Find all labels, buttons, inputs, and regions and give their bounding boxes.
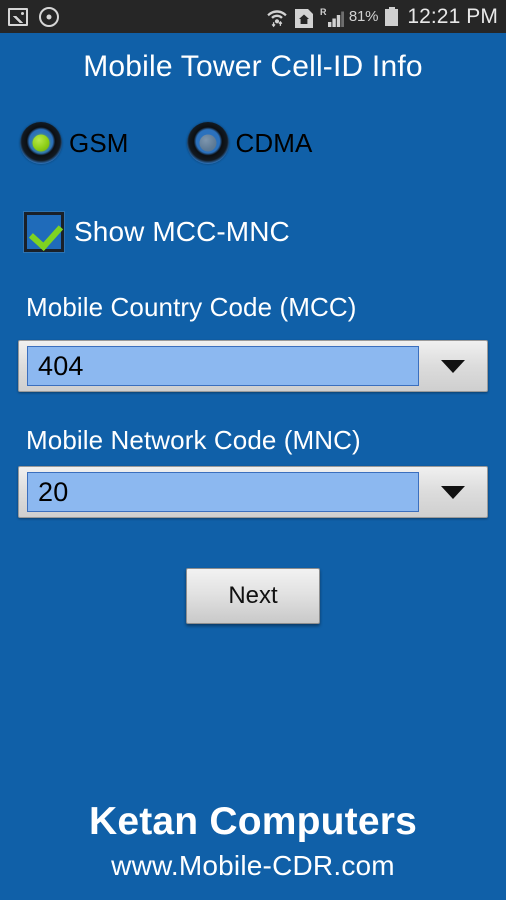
checkbox-checked-icon[interactable]	[24, 212, 64, 252]
mnc-dropdown-arrow[interactable]	[419, 485, 487, 499]
mcc-spinner[interactable]: 404	[18, 340, 488, 392]
radio-option-cdma[interactable]: CDMA	[186, 122, 313, 164]
mnc-value[interactable]: 20	[27, 472, 419, 512]
footer-brand: Ketan Computers	[88, 800, 418, 843]
radio-option-gsm[interactable]: GSM	[20, 122, 129, 164]
radio-unselected-icon[interactable]	[186, 122, 229, 164]
network-type-radio-group: GSM CDMA	[20, 122, 312, 164]
radio-label-gsm: GSM	[69, 127, 129, 158]
wifi-icon	[266, 6, 288, 28]
home-network-icon	[294, 7, 313, 28]
status-bar-left-icons	[8, 6, 59, 27]
mnc-spinner[interactable]: 20	[18, 466, 488, 518]
disc-record-icon	[39, 6, 59, 27]
radio-label-cdma: CDMA	[235, 127, 313, 158]
signal-roaming-icon: R	[320, 7, 345, 27]
footer-url[interactable]: www.Mobile-CDR.com	[0, 850, 506, 882]
app-screen: R 81% 12:21 PM Mobile Tower Cell-ID Info…	[0, 0, 506, 900]
chevron-down-icon	[441, 485, 465, 499]
status-bar-right-icons: R 81% 12:21 PM	[266, 5, 498, 29]
page-title: Mobile Tower Cell-ID Info	[83, 50, 423, 83]
show-mcc-mnc-checkbox-row[interactable]: Show MCC-MNC	[24, 212, 290, 252]
show-mcc-mnc-label: Show MCC-MNC	[74, 216, 290, 247]
mcc-dropdown-arrow[interactable]	[419, 359, 487, 373]
battery-percent-label: 81%	[348, 8, 379, 25]
mcc-label: Mobile Country Code (MCC)	[26, 292, 357, 322]
status-bar-clock: 12:21 PM	[407, 4, 498, 28]
radio-selected-icon[interactable]	[20, 122, 62, 164]
next-button[interactable]: Next	[186, 568, 320, 624]
footer: Ketan Computers www.Mobile-CDR.com	[0, 800, 506, 882]
chevron-down-icon	[441, 359, 465, 373]
status-bar: R 81% 12:21 PM	[0, 0, 506, 33]
mnc-label: Mobile Network Code (MNC)	[26, 425, 361, 455]
mcc-value[interactable]: 404	[27, 346, 419, 386]
battery-icon	[385, 6, 399, 27]
photo-icon	[8, 7, 28, 26]
svg-text:R: R	[320, 7, 327, 17]
